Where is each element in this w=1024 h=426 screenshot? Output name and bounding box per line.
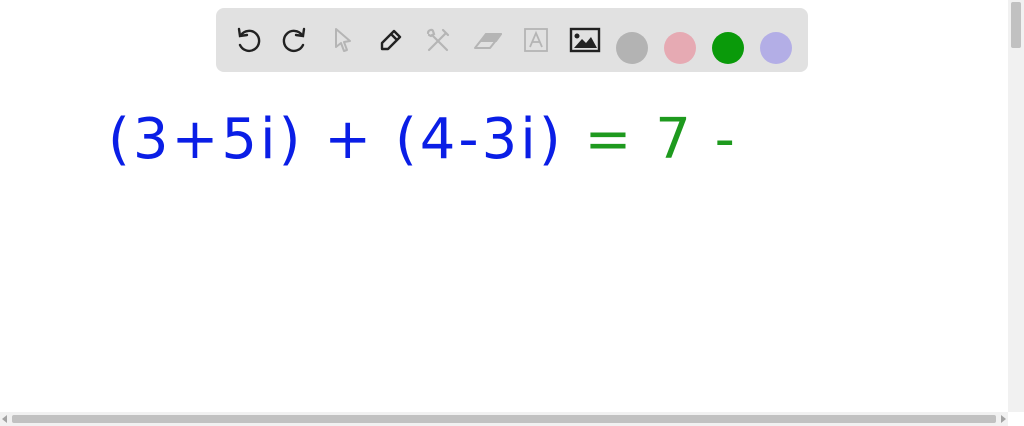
redo-icon [282, 27, 306, 53]
answer-ink: = 7 - [584, 107, 738, 172]
undo-button[interactable] [232, 24, 264, 56]
color-swatch-gray[interactable] [616, 32, 648, 64]
color-swatch-lavender[interactable] [760, 32, 792, 64]
color-swatch-green[interactable] [712, 32, 744, 64]
toolbar [216, 8, 808, 72]
color-swatch-pink[interactable] [664, 32, 696, 64]
image-icon [569, 27, 601, 53]
scroll-right-arrow-icon[interactable] [1001, 415, 1006, 423]
redo-button[interactable] [279, 24, 311, 56]
expression-ink: (3+5i) + (4-3i) [108, 107, 585, 172]
horizontal-scrollbar[interactable] [0, 412, 1008, 426]
select-button[interactable] [327, 24, 359, 56]
scroll-left-arrow-icon[interactable] [2, 415, 7, 423]
vertical-scrollbar[interactable] [1008, 0, 1024, 412]
text-button[interactable] [520, 24, 552, 56]
eraser-icon [474, 33, 502, 49]
select-pointer-icon [335, 28, 351, 52]
horizontal-scrollbar-thumb[interactable] [12, 415, 996, 423]
image-button[interactable] [569, 24, 601, 56]
handwriting: (3+5i) + (4-3i) = 7 - [108, 100, 738, 180]
undo-icon [237, 27, 261, 53]
pen-icon [380, 29, 402, 51]
eraser-button[interactable] [472, 24, 504, 56]
text-icon [524, 28, 548, 52]
vertical-scrollbar-thumb[interactable] [1011, 2, 1021, 48]
pen-button[interactable] [375, 24, 407, 56]
tools-button[interactable] [422, 24, 454, 56]
tools-icon [426, 28, 450, 52]
